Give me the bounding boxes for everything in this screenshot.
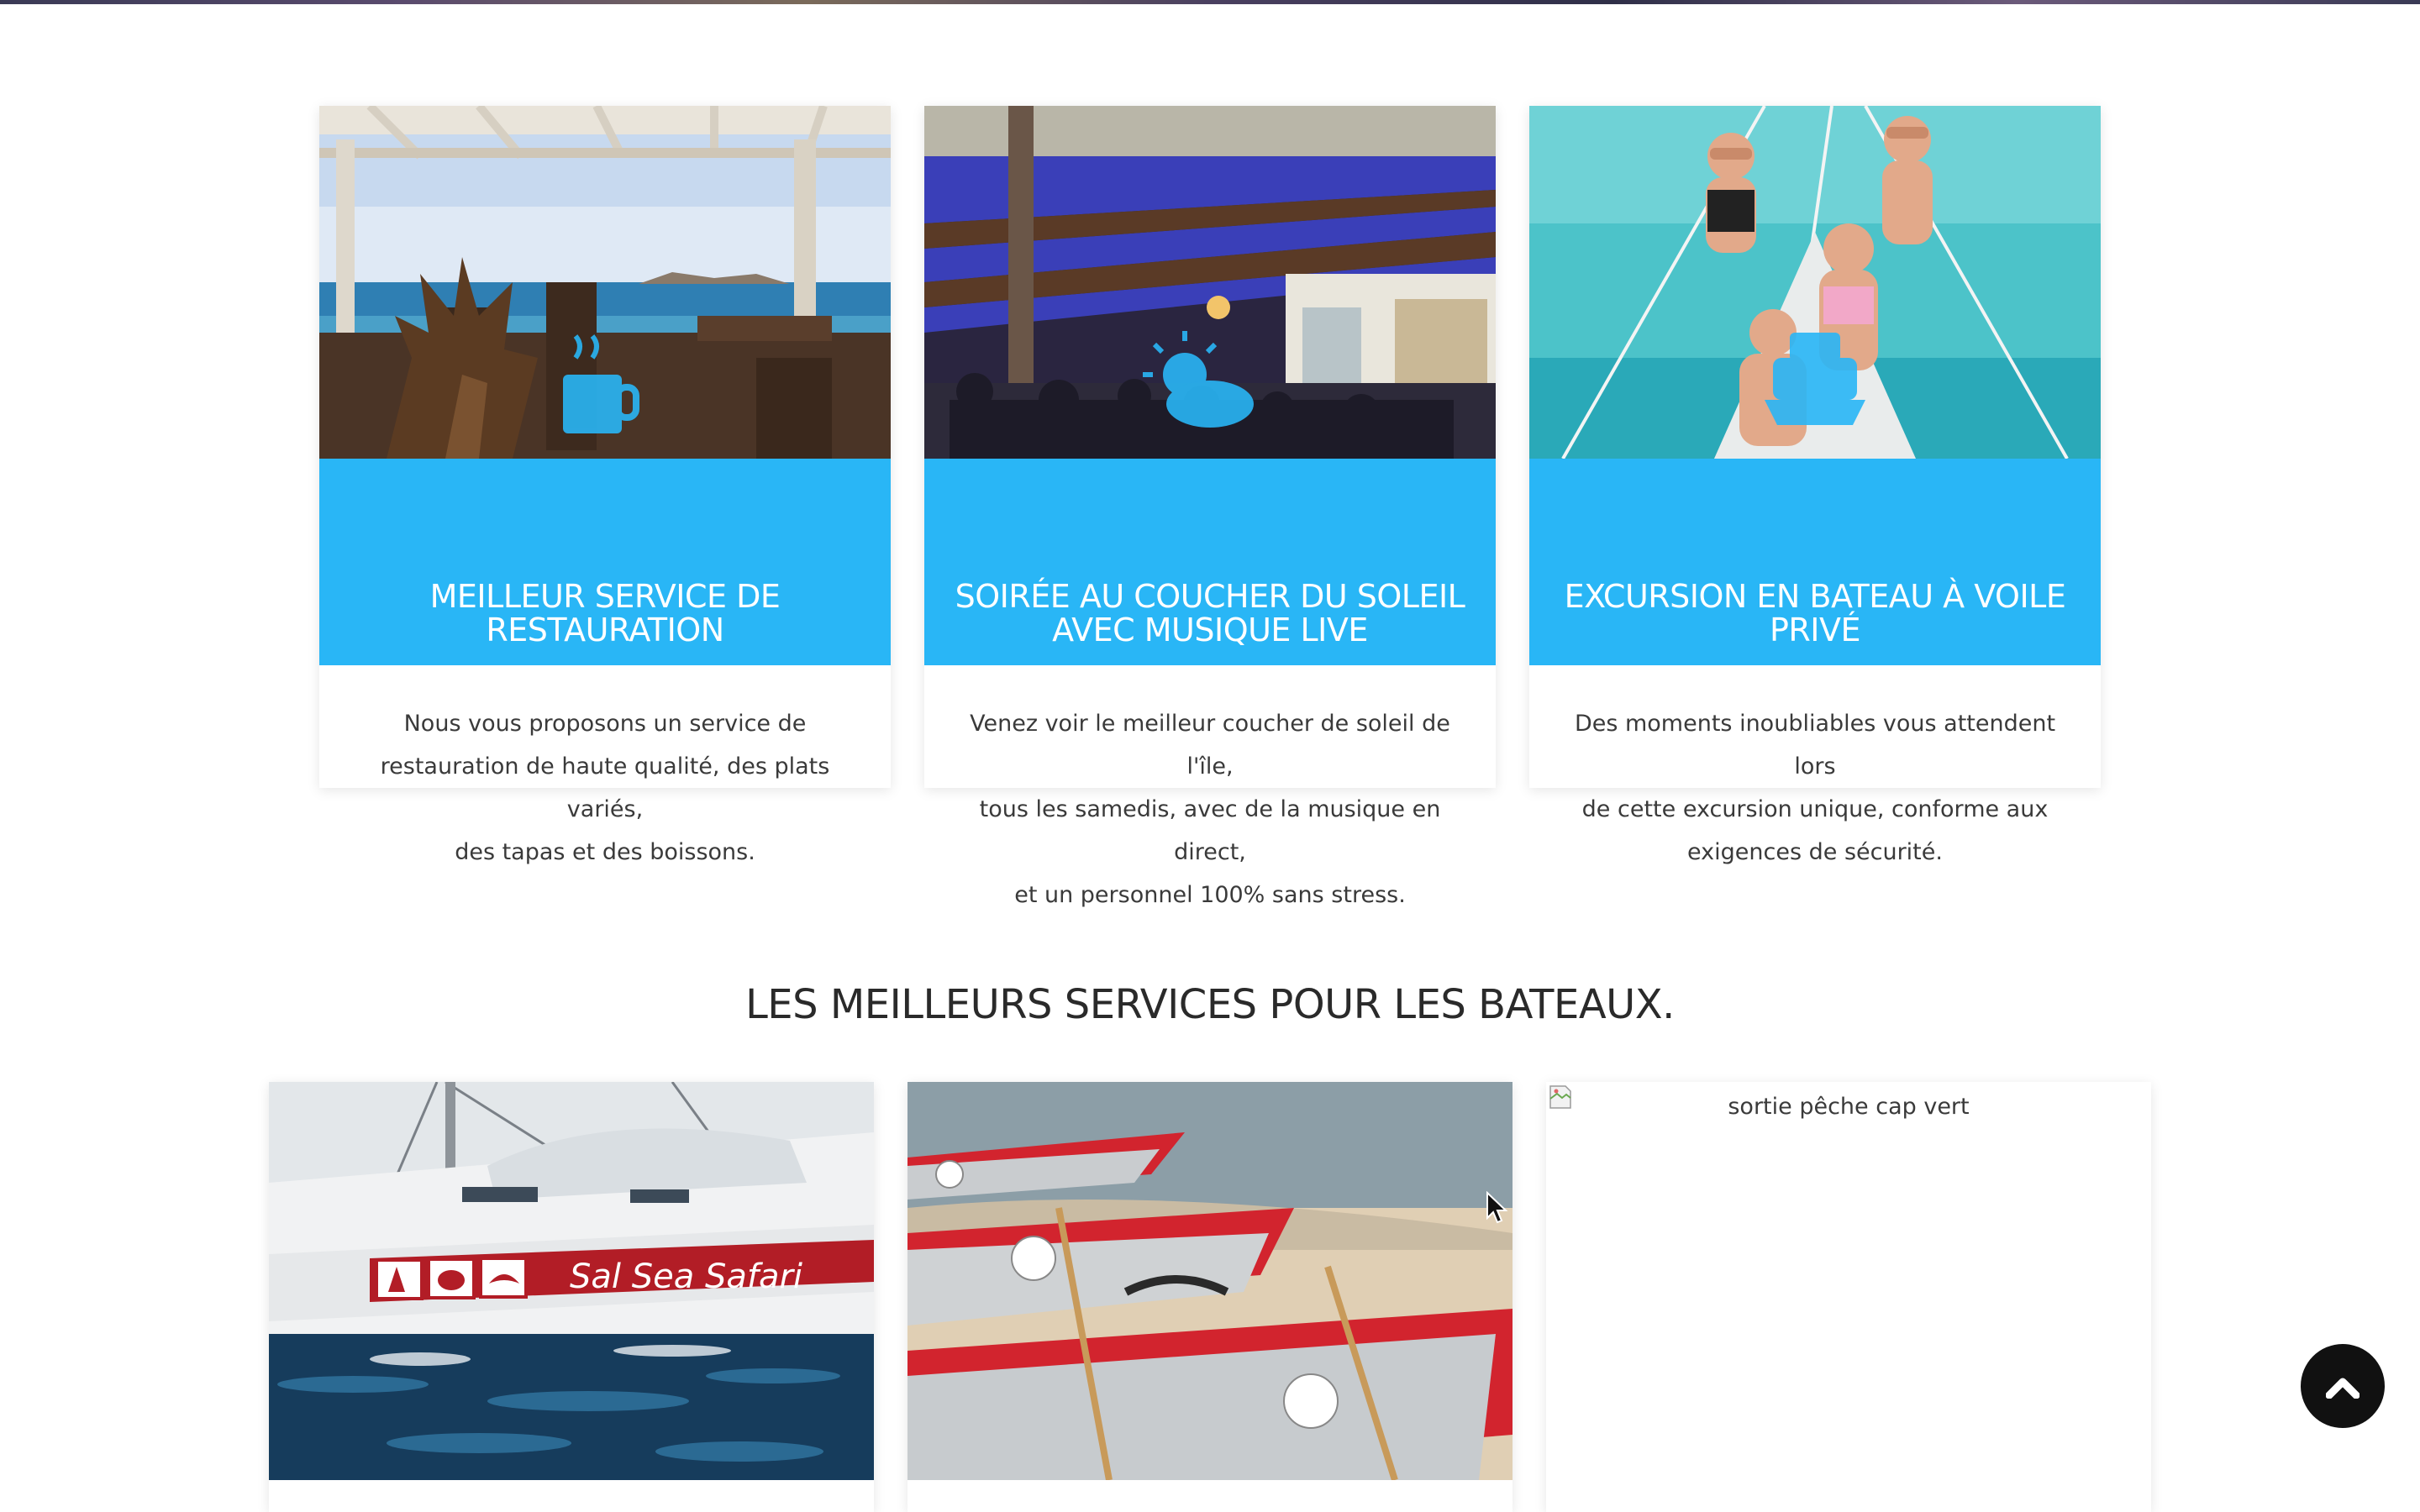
- card-title: MEILLEUR SERVICE DE RESTAURATION: [429, 578, 781, 648]
- top-image-strip: [0, 0, 2420, 4]
- card-description: Nous vous proposons un service de restau…: [380, 711, 830, 865]
- sunset-bar-photo: [924, 106, 1496, 459]
- scroll-to-top-button[interactable]: [2301, 1344, 2385, 1428]
- card-description: Des moments inoubliables vous attendent …: [1574, 711, 2056, 865]
- service-card-excursion: EXCURSION EN BATEAU À VOILE PRIVÉ Des mo…: [1529, 106, 2101, 865]
- section-title: LES MEILLEURS SERVICES POUR LES BATEAUX.: [745, 981, 1675, 1028]
- card-title-banner: EXCURSION EN BATEAU À VOILE PRIVÉ: [1529, 459, 2101, 665]
- sailing-excursion-photo: [1529, 106, 2101, 459]
- chevron-up-icon: [2326, 1378, 2360, 1399]
- outrigger-canoes-photo: [908, 1082, 1512, 1480]
- boat-card-canoes[interactable]: [908, 1082, 1512, 1512]
- broken-image-placeholder: sortie pêche cap vert: [1546, 1082, 2151, 1480]
- sailboat-photo: Sal Sea Safari: [269, 1082, 874, 1480]
- restaurant-terrace-photo: [319, 106, 891, 459]
- boat-card-safari[interactable]: Sal Sea Safari: [269, 1082, 874, 1512]
- card-title-banner: MEILLEUR SERVICE DE RESTAURATION: [319, 459, 891, 665]
- boat-card-peche[interactable]: sortie pêche cap vert: [1546, 1082, 2151, 1512]
- card-title: SOIRÉE AU COUCHER DU SOLEIL AVEC MUSIQUE…: [955, 578, 1465, 648]
- service-card-soiree: SOIRÉE AU COUCHER DU SOLEIL AVEC MUSIQUE…: [924, 106, 1496, 908]
- card-description: Venez voir le meilleur coucher de soleil…: [970, 711, 1450, 908]
- svg-text:Sal Sea Safari: Sal Sea Safari: [570, 1257, 802, 1296]
- card-title: EXCURSION EN BATEAU À VOILE PRIVÉ: [1564, 578, 2066, 648]
- card-title-banner: SOIRÉE AU COUCHER DU SOLEIL AVEC MUSIQUE…: [924, 459, 1496, 665]
- image-alt-text: sortie pêche cap vert: [1728, 1094, 1970, 1120]
- mouse-cursor-icon: [1486, 1191, 1508, 1224]
- service-card-restauration: MEILLEUR SERVICE DE RESTAURATION Nous vo…: [319, 106, 891, 865]
